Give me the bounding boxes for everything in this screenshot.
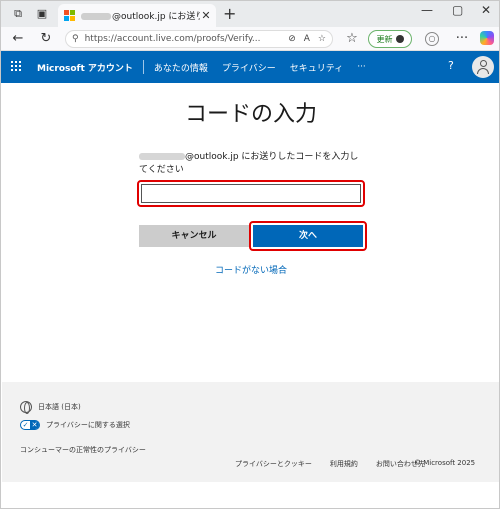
favorites-icon[interactable]: ☆ bbox=[343, 30, 361, 48]
brand-label[interactable]: Microsoft アカウント bbox=[37, 61, 133, 74]
more-menu-icon[interactable]: ··· bbox=[453, 30, 471, 48]
address-bar[interactable]: ⚲ https://account.live.com/proofs/Verify… bbox=[65, 30, 333, 48]
avatar-body-shape bbox=[477, 68, 489, 74]
footer-links: プライバシーとクッキー 利用規約 お問い合わせ先 bbox=[235, 459, 443, 469]
update-button[interactable]: 更新 bbox=[368, 30, 412, 48]
code-input[interactable] bbox=[141, 184, 361, 203]
close-tab-icon[interactable]: ✕ bbox=[200, 9, 212, 22]
page-title: コードの入力 bbox=[184, 102, 317, 127]
back-icon[interactable]: ← bbox=[9, 30, 27, 48]
avatar-head-shape bbox=[479, 60, 487, 67]
privacy-choices-link[interactable]: ✓ ✕ プライバシーに関する選択 bbox=[20, 420, 130, 430]
app-launcher-icon[interactable] bbox=[11, 61, 23, 73]
cancel-button[interactable]: キャンセル bbox=[139, 225, 249, 247]
update-status-icon bbox=[395, 35, 404, 43]
nav-divider bbox=[142, 60, 144, 74]
maximize-icon[interactable]: ▢ bbox=[452, 3, 463, 17]
update-label: 更新 bbox=[376, 34, 393, 44]
copyright-text: © Microsoft 2025 bbox=[414, 459, 476, 467]
footer-link-privacy-cookies[interactable]: プライバシーとクッキー bbox=[235, 459, 312, 469]
footer-link-terms[interactable]: 利用規約 bbox=[330, 459, 358, 469]
page-footer: 日本語 (日本) ✓ ✕ プライバシーに関する選択 コンシューマーの正常性のプライ… bbox=[2, 382, 499, 482]
browser-window: ⧉ ▣ @outlook.jp にお送りし ✕ + — ▢ ✕ ← ↻ ⚲ ht… bbox=[0, 0, 500, 509]
email-domain: @outlook.jp bbox=[185, 152, 239, 162]
no-code-link[interactable]: コードがない場合 bbox=[1, 263, 499, 276]
refresh-icon[interactable]: ↻ bbox=[37, 30, 55, 48]
next-button[interactable]: 次へ bbox=[253, 225, 363, 247]
globe-icon bbox=[20, 401, 32, 414]
help-icon[interactable]: ? bbox=[448, 59, 454, 72]
tab-title: @outlook.jp にお送りし bbox=[81, 9, 200, 22]
workspaces-icon[interactable]: ⧉ bbox=[10, 6, 26, 22]
url-text: https://account.live.com/proofs/Verify..… bbox=[84, 34, 261, 44]
language-label: 日本語 (日本) bbox=[38, 403, 81, 411]
redacted-text bbox=[81, 13, 111, 20]
favorite-star-icon[interactable]: ☆ bbox=[318, 34, 326, 44]
nav-more[interactable]: ··· bbox=[357, 62, 366, 72]
minimize-icon[interactable]: — bbox=[421, 3, 433, 17]
privacy-toggle-icon: ✓ ✕ bbox=[20, 420, 40, 430]
close-window-icon[interactable]: ✕ bbox=[481, 3, 491, 17]
tracking-icon[interactable]: ⊘ bbox=[288, 34, 296, 44]
tab-actions-icon[interactable]: ▣ bbox=[34, 6, 50, 22]
privacy-choice-label: プライバシーに関する選択 bbox=[46, 421, 130, 429]
browser-tab[interactable]: @outlook.jp にお送りし ✕ bbox=[58, 4, 216, 27]
account-nav-bar: Microsoft アカウント あなたの情報 プライバシー セキュリティ ···… bbox=[1, 51, 499, 83]
language-selector[interactable]: 日本語 (日本) bbox=[20, 401, 81, 414]
copilot-icon[interactable] bbox=[480, 31, 494, 45]
site-info-icon[interactable]: ⚲ bbox=[72, 34, 79, 44]
new-tab-icon[interactable]: + bbox=[223, 4, 236, 23]
browser-toolbar: ← ↻ ⚲ https://account.live.com/proofs/Ve… bbox=[1, 27, 499, 51]
instruction-text: @outlook.jp にお送りしたコードを入力してください bbox=[139, 151, 365, 177]
account-avatar[interactable] bbox=[472, 56, 494, 78]
profile-icon[interactable]: ○ bbox=[425, 32, 439, 46]
tab-strip: ⧉ ▣ @outlook.jp にお送りし ✕ + — ▢ ✕ bbox=[1, 1, 499, 27]
nav-your-info[interactable]: あなたの情報 bbox=[154, 61, 208, 74]
microsoft-logo-icon bbox=[64, 10, 75, 21]
consumer-health-privacy-link[interactable]: コンシューマーの正常性のプライバシー bbox=[20, 445, 146, 455]
nav-privacy[interactable]: プライバシー bbox=[222, 61, 276, 74]
tab-title-text: @outlook.jp にお送りし bbox=[112, 12, 200, 22]
redacted-email bbox=[139, 153, 185, 160]
read-aloud-icon[interactable]: A bbox=[304, 34, 310, 44]
nav-security[interactable]: セキュリティ bbox=[290, 61, 343, 74]
